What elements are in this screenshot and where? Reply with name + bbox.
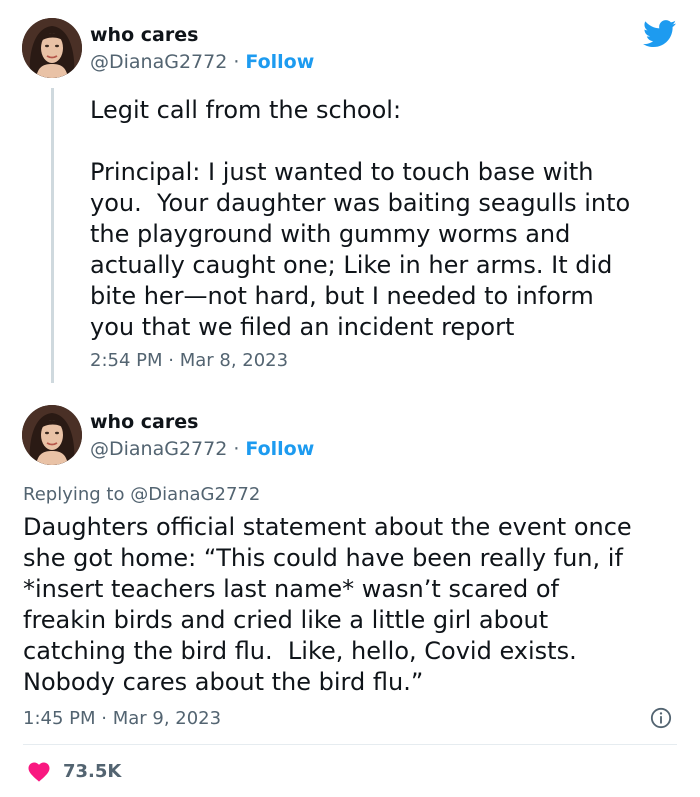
avatar[interactable] (22, 405, 82, 465)
avatar[interactable] (22, 18, 82, 78)
replying-handle[interactable]: @DianaG2772 (130, 484, 260, 505)
thread-connector-line (51, 88, 54, 383)
follow-button[interactable]: Follow (245, 51, 314, 73)
tweet-date: Mar 8, 2023 (179, 350, 289, 371)
avatar-image (22, 18, 82, 78)
heart-icon (28, 762, 50, 782)
tweet-time: 1:45 PM (23, 708, 96, 729)
author-handle[interactable]: @DianaG2772 (90, 51, 227, 73)
tweet-timestamp[interactable]: 2:54 PM · Mar 8, 2023 (90, 350, 288, 371)
tweet-time: 2:54 PM (90, 350, 163, 371)
replying-prefix: Replying to (23, 484, 125, 505)
like-button[interactable]: 73.5K (27, 760, 121, 782)
tweet-body: Legit call from the school: Principal: I… (90, 96, 631, 341)
author-handle-line: @DianaG2772 · Follow (90, 51, 314, 73)
separator: · (233, 51, 240, 73)
info-icon[interactable] (650, 707, 672, 729)
tweet-timestamp[interactable]: 1:45 PM · Mar 9, 2023 (23, 708, 221, 729)
replying-to: Replying to @DianaG2772 (23, 484, 260, 505)
author-handle-line: @DianaG2772 · Follow (90, 438, 314, 460)
author-name[interactable]: who cares (90, 24, 198, 46)
twitter-bird-icon[interactable] (643, 20, 677, 48)
tweet-body: Daughters official statement about the e… (23, 513, 632, 696)
like-count: 73.5K (63, 760, 122, 782)
follow-button[interactable]: Follow (245, 438, 314, 460)
avatar-image (22, 405, 82, 465)
divider (23, 744, 677, 745)
separator: · (233, 438, 240, 460)
author-handle[interactable]: @DianaG2772 (90, 438, 227, 460)
tweet-date: Mar 9, 2023 (112, 708, 222, 729)
author-name[interactable]: who cares (90, 411, 198, 433)
